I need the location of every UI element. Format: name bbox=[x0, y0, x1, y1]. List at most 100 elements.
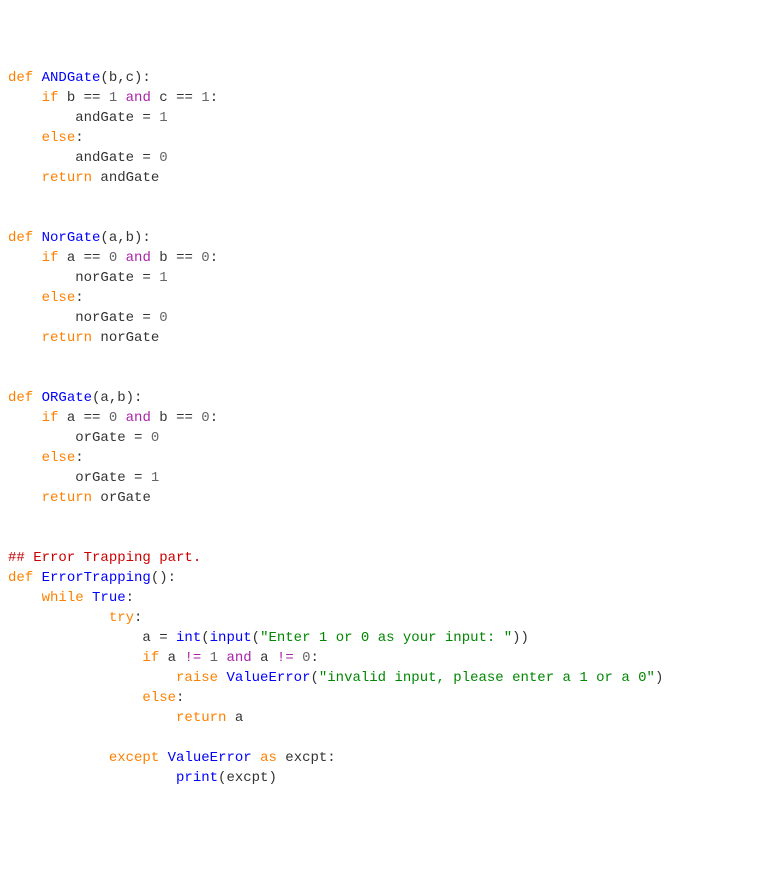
code-token bbox=[8, 610, 109, 626]
code-token: else bbox=[42, 130, 76, 146]
code-token: a == bbox=[58, 410, 108, 426]
code-token: norGate = bbox=[8, 270, 159, 286]
code-token: norGate = bbox=[8, 310, 159, 326]
code-token bbox=[8, 330, 42, 346]
code-token: ## Error Trapping part. bbox=[8, 550, 201, 566]
code-line: orGate = 1 bbox=[8, 468, 776, 488]
code-token bbox=[8, 650, 142, 666]
code-line: norGate = 1 bbox=[8, 268, 776, 288]
code-token bbox=[117, 90, 125, 106]
code-token: 0 bbox=[201, 410, 209, 426]
code-token: orGate = bbox=[8, 470, 151, 486]
code-token bbox=[8, 670, 176, 686]
code-token: != bbox=[184, 650, 201, 666]
code-line bbox=[8, 508, 776, 528]
code-token: : bbox=[75, 290, 83, 306]
code-token: b == bbox=[151, 410, 201, 426]
code-token: def bbox=[8, 570, 42, 586]
code-token bbox=[8, 590, 42, 606]
code-token: (a,b): bbox=[100, 230, 150, 246]
code-line: if a == 0 and b == 0: bbox=[8, 408, 776, 428]
code-token: 1 bbox=[210, 650, 218, 666]
code-token: andGate = bbox=[8, 110, 159, 126]
code-token: def bbox=[8, 70, 42, 86]
code-token bbox=[252, 750, 260, 766]
code-token: a == bbox=[58, 250, 108, 266]
code-token: if bbox=[142, 650, 159, 666]
code-token: : bbox=[210, 410, 218, 426]
code-token: ( bbox=[252, 630, 260, 646]
code-token bbox=[117, 250, 125, 266]
code-token: andGate bbox=[92, 170, 159, 186]
code-token: def bbox=[8, 390, 42, 406]
code-token: 0 bbox=[159, 150, 167, 166]
code-token: 0 bbox=[151, 430, 159, 446]
code-token: "invalid input, please enter a 1 or a 0" bbox=[319, 670, 655, 686]
code-token: int bbox=[176, 630, 201, 646]
code-token: ValueError bbox=[226, 670, 310, 686]
code-token: excpt: bbox=[277, 750, 336, 766]
code-token: ANDGate bbox=[42, 70, 101, 86]
code-token: 1 bbox=[159, 270, 167, 286]
code-token: and bbox=[126, 90, 151, 106]
code-token: ValueError bbox=[168, 750, 252, 766]
code-token: (a,b): bbox=[92, 390, 142, 406]
code-token: a bbox=[226, 710, 243, 726]
code-token: )) bbox=[512, 630, 529, 646]
code-token: 0 bbox=[109, 250, 117, 266]
code-line: while True: bbox=[8, 588, 776, 608]
code-token bbox=[294, 650, 302, 666]
code-token: else bbox=[42, 290, 76, 306]
code-token: else bbox=[42, 450, 76, 466]
code-line: return norGate bbox=[8, 328, 776, 348]
code-token: if bbox=[42, 90, 59, 106]
code-token: "Enter 1 or 0 as your input: " bbox=[260, 630, 512, 646]
code-token bbox=[159, 750, 167, 766]
code-line: return andGate bbox=[8, 168, 776, 188]
code-token: orGate = bbox=[8, 430, 151, 446]
code-token bbox=[84, 590, 92, 606]
code-block: def ANDGate(b,c): if b == 1 and c == 1: … bbox=[8, 68, 776, 788]
code-token: : bbox=[134, 610, 142, 626]
code-line bbox=[8, 188, 776, 208]
code-line: def ORGate(a,b): bbox=[8, 388, 776, 408]
code-token: ErrorTrapping bbox=[42, 570, 151, 586]
code-token bbox=[8, 290, 42, 306]
code-line: try: bbox=[8, 608, 776, 628]
code-token: print bbox=[176, 770, 218, 786]
code-token: except bbox=[109, 750, 159, 766]
code-token bbox=[8, 750, 109, 766]
code-line: else: bbox=[8, 128, 776, 148]
code-token bbox=[8, 690, 142, 706]
code-token: raise bbox=[176, 670, 218, 686]
code-line: def ANDGate(b,c): bbox=[8, 68, 776, 88]
code-line: if a != 1 and a != 0: bbox=[8, 648, 776, 668]
code-token: : bbox=[176, 690, 184, 706]
code-token: 0 bbox=[201, 250, 209, 266]
code-token bbox=[8, 410, 42, 426]
code-token: : bbox=[210, 250, 218, 266]
code-line: andGate = 0 bbox=[8, 148, 776, 168]
code-token: a = bbox=[8, 630, 176, 646]
code-token: ORGate bbox=[42, 390, 92, 406]
code-token: ( bbox=[310, 670, 318, 686]
code-token: else bbox=[142, 690, 176, 706]
code-line: andGate = 1 bbox=[8, 108, 776, 128]
code-token bbox=[201, 650, 209, 666]
code-token: as bbox=[260, 750, 277, 766]
code-token: 1 bbox=[109, 90, 117, 106]
code-line: def NorGate(a,b): bbox=[8, 228, 776, 248]
code-line: return orGate bbox=[8, 488, 776, 508]
code-token bbox=[117, 410, 125, 426]
code-line: norGate = 0 bbox=[8, 308, 776, 328]
code-token: != bbox=[277, 650, 294, 666]
code-token bbox=[8, 130, 42, 146]
code-token bbox=[8, 90, 42, 106]
code-token: (b,c): bbox=[100, 70, 150, 86]
code-line bbox=[8, 208, 776, 228]
code-token: 0 bbox=[109, 410, 117, 426]
code-token: return bbox=[176, 710, 226, 726]
code-token: def bbox=[8, 230, 42, 246]
code-token: : bbox=[75, 450, 83, 466]
code-line: def ErrorTrapping(): bbox=[8, 568, 776, 588]
